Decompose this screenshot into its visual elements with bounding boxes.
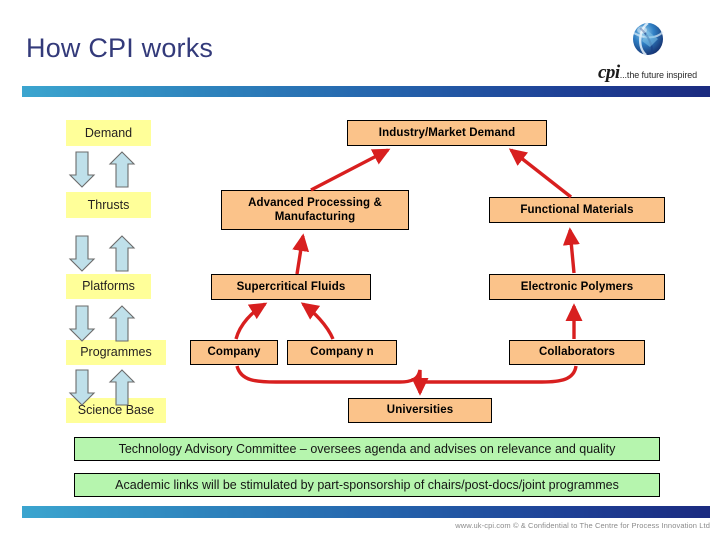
arrow-up-icon bbox=[108, 151, 136, 188]
edge-company-n-to-supercritical-fluids bbox=[300, 302, 335, 340]
footer-rule bbox=[22, 506, 710, 518]
globe-icon bbox=[633, 22, 664, 56]
spine-label-platforms: Platforms bbox=[66, 274, 151, 299]
arrow-up-icon bbox=[108, 369, 136, 406]
logo-wordmark: cpi...the future inspired bbox=[598, 62, 710, 84]
arrows-demand-thrusts bbox=[68, 150, 136, 190]
spine-label-demand: Demand bbox=[66, 120, 151, 146]
arrow-down-icon bbox=[68, 305, 96, 342]
logo-tagline: ...the future inspired bbox=[619, 70, 698, 80]
slide-canvas: How CPI works cpi...the future inspired … bbox=[0, 0, 720, 540]
spine-label-thrusts: Thrusts bbox=[66, 192, 151, 218]
edge-company-to-supercritical-fluids bbox=[234, 302, 268, 340]
node-electronic-polymers[interactable]: Electronic Polymers bbox=[489, 274, 665, 300]
arrows-platforms-programmes bbox=[68, 304, 136, 344]
arrows-programmes-sciencebase bbox=[68, 368, 136, 408]
banner-technology-advisory-committee: Technology Advisory Committee – oversees… bbox=[74, 437, 660, 461]
page-title: How CPI works bbox=[26, 33, 214, 63]
edge-advanced-processing-to-industry-demand bbox=[310, 148, 391, 192]
arrow-down-icon bbox=[68, 151, 96, 188]
node-company-n[interactable]: Company n bbox=[287, 340, 397, 365]
edge-functional-materials-to-industry-demand bbox=[508, 148, 573, 199]
node-advanced-processing[interactable]: Advanced Processing & Manufacturing bbox=[221, 190, 409, 230]
edge-electronic-polymers-to-functional-materials bbox=[562, 227, 580, 274]
edge-company-and-collaborators-to-universities bbox=[235, 365, 429, 396]
node-universities[interactable]: Universities bbox=[348, 398, 492, 423]
arrow-up-icon bbox=[108, 305, 136, 342]
logo-cpi-text: cpi bbox=[598, 62, 620, 83]
header-rule bbox=[22, 86, 710, 97]
edge-supercritical-fluids-to-advanced-processing bbox=[292, 233, 310, 275]
node-collaborators[interactable]: Collaborators bbox=[509, 340, 645, 365]
node-company[interactable]: Company bbox=[190, 340, 278, 365]
arrow-down-icon bbox=[68, 235, 96, 272]
arrow-up-icon bbox=[108, 235, 136, 272]
node-functional-materials[interactable]: Functional Materials bbox=[489, 197, 665, 223]
node-industry-market-demand[interactable]: Industry/Market Demand bbox=[347, 120, 547, 146]
footer-credit: www.uk-cpi.com © & Confidential to The C… bbox=[455, 521, 710, 530]
arrows-thrusts-platforms bbox=[68, 234, 136, 274]
banner-academic-links: Academic links will be stimulated by par… bbox=[74, 473, 660, 497]
arrow-down-icon bbox=[68, 369, 96, 406]
edge-collaborators-tail-to-universities bbox=[424, 365, 578, 384]
node-supercritical-fluids[interactable]: Supercritical Fluids bbox=[211, 274, 371, 300]
cpi-logo: cpi...the future inspired bbox=[598, 17, 710, 83]
